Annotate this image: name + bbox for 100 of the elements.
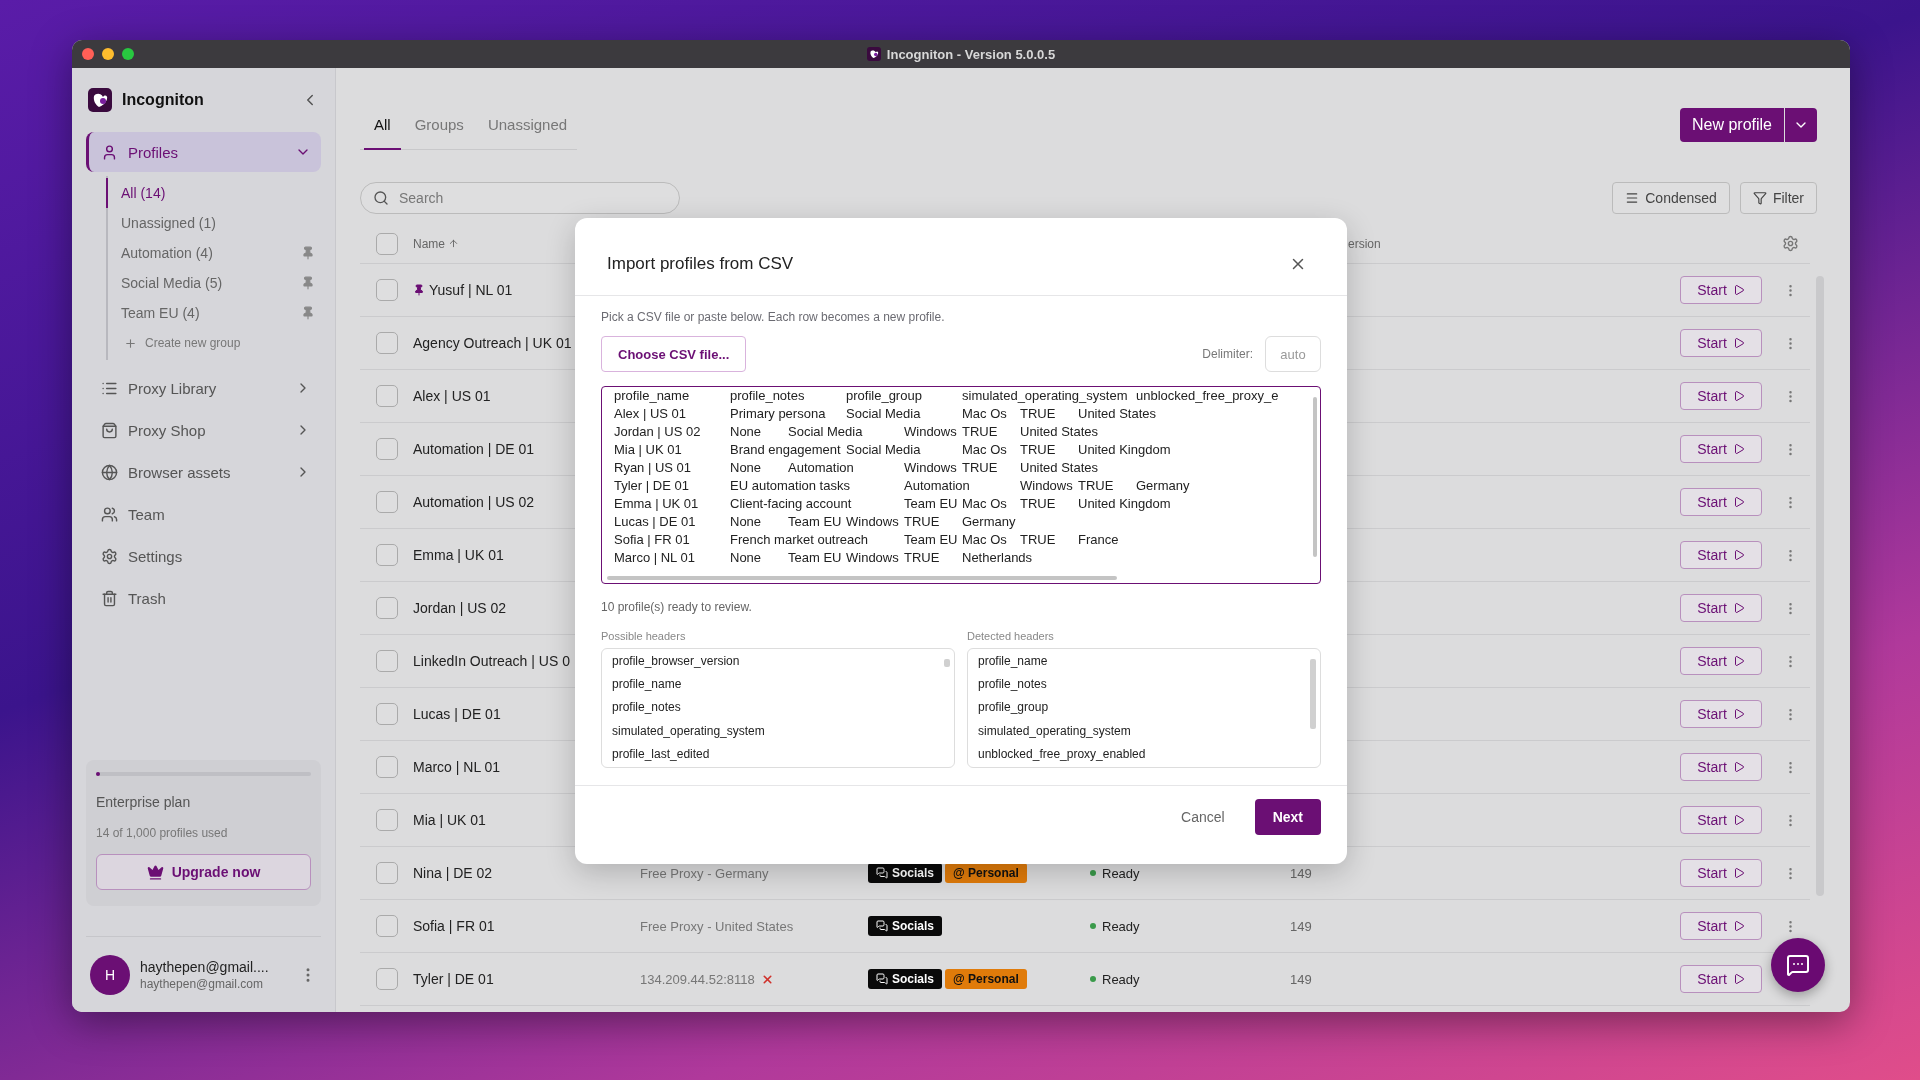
profile-name: Automation | DE 01: [413, 441, 535, 457]
nav-item[interactable]: Settings: [86, 536, 321, 576]
play-icon: [1732, 708, 1745, 720]
condensed-button[interactable]: Condensed: [1612, 182, 1730, 214]
row-checkbox[interactable]: [376, 968, 398, 990]
group-item[interactable]: Team EU (4): [106, 298, 321, 328]
row-checkbox[interactable]: [376, 703, 398, 725]
search-input[interactable]: Search: [397, 189, 667, 207]
group-item[interactable]: Social Media (5): [106, 268, 321, 298]
header-item[interactable]: profile_notes: [612, 697, 681, 721]
upgrade-button[interactable]: Upgrade now: [96, 854, 311, 890]
group-item[interactable]: Automation (4): [106, 238, 321, 268]
choose-file-button[interactable]: Choose CSV file...: [601, 336, 747, 372]
header-item[interactable]: profile_name: [612, 674, 682, 698]
play-icon: [1732, 390, 1745, 402]
list-label: Possible headers: [601, 630, 686, 642]
start-button[interactable]: Start: [1680, 541, 1762, 569]
header-item[interactable]: profile_group: [978, 697, 1049, 721]
row-checkbox[interactable]: [376, 650, 398, 672]
dropdown-button[interactable]: [1785, 108, 1817, 142]
header-item[interactable]: simulated_operating_system: [612, 720, 765, 744]
scrollbar-thumb[interactable]: [1310, 659, 1316, 729]
row-checkbox[interactable]: [376, 544, 398, 566]
start-button[interactable]: Start: [1680, 647, 1762, 675]
group-item[interactable]: All (14): [106, 178, 321, 208]
filter-button[interactable]: Filter: [1739, 182, 1817, 214]
version-cell: 149: [1290, 918, 1312, 934]
play-icon: [1732, 761, 1745, 773]
delimiter-label: Delimiter:: [1202, 347, 1253, 361]
start-button[interactable]: Start: [1680, 435, 1762, 463]
start-button[interactable]: Start: [1680, 488, 1762, 516]
nav-item[interactable]: Proxy Shop: [86, 410, 321, 450]
csv-text-area[interactable]: profile_name profile_notes profile_group simulated_operating_system unblocked_free_proxy_e Alex | US 01 Primary persona Social Media Mac Os TRUE United States Jordan | US 02 None Social Media Windows TRUE United States Mia | UK 01 Brand engagement Social Media Mac Os TRUE United Kingdom Ryan | US 01 None Automation Windows TRUE United States Tyler | DE 01 EU automation tasks Automation Windows TRUE Germany Emma | UK 01 Client-facing account Team EU Mac Os TRUE United Kingdom Lucas | DE 01 None Team EU Windows TRUE Germany Sofia | FR 01 French market outreach Team EU Mac Os TRUE France Marco | NL 01 None Team EU Windows TRUE Netherlands: [601, 386, 1321, 584]
row-checkbox[interactable]: [376, 385, 398, 407]
profile-name: Tyler | DE 01: [413, 971, 494, 987]
scrollbar[interactable]: [607, 576, 1117, 580]
nav-item[interactable]: Profiles: [86, 132, 321, 172]
chat-icon: [1786, 953, 1810, 977]
row-checkbox[interactable]: [376, 915, 398, 937]
app-logo: [88, 88, 112, 112]
header-item[interactable]: simulated_operating_system: [978, 720, 1131, 744]
nav-item[interactable]: Browser assets: [86, 452, 321, 492]
row-checkbox[interactable]: [376, 597, 398, 619]
cancel-button[interactable]: Cancel: [1175, 799, 1231, 835]
chat-button[interactable]: [1771, 938, 1825, 992]
start-button[interactable]: Start: [1680, 594, 1762, 622]
start-button[interactable]: Start: [1680, 753, 1762, 781]
tag: @ Personal: [945, 969, 1027, 989]
row-checkbox[interactable]: [376, 332, 398, 354]
nav-item[interactable]: Team: [86, 494, 321, 534]
header-item[interactable]: unblocked_free_proxy_enabled: [978, 743, 1146, 767]
proxy-cell: Free Proxy - United States: [640, 918, 794, 934]
start-button[interactable]: Start: [1680, 859, 1762, 887]
row-checkbox[interactable]: [376, 438, 398, 460]
header-item[interactable]: profile_notes: [978, 674, 1047, 698]
minimize-button[interactable]: [102, 48, 114, 60]
row-checkbox[interactable]: [376, 809, 398, 831]
play-icon: [1732, 443, 1745, 455]
start-button[interactable]: Start: [1680, 806, 1762, 834]
header-item[interactable]: profile_last_edited: [612, 743, 710, 767]
zoom-button[interactable]: [122, 48, 134, 60]
start-button[interactable]: Start: [1680, 965, 1762, 993]
profile-name: Marco | NL 01: [413, 759, 501, 775]
header-item[interactable]: profile_browser_version: [612, 651, 740, 675]
start-button[interactable]: Start: [1680, 382, 1762, 410]
search-field[interactable]: Search: [360, 182, 680, 214]
name-column-header[interactable]: Name: [413, 236, 459, 251]
row-checkbox[interactable]: [376, 491, 398, 513]
nav-item[interactable]: Proxy Library: [86, 368, 321, 408]
settings-icon[interactable]: [1781, 235, 1799, 252]
scrollbar-thumb[interactable]: [944, 659, 950, 667]
header-item[interactable]: profile_name: [978, 651, 1048, 675]
plus-icon[interactable]: [124, 336, 137, 350]
select-all-checkbox[interactable]: [376, 232, 398, 255]
play-icon: [1732, 867, 1745, 879]
start-button[interactable]: Start: [1680, 276, 1762, 304]
row-checkbox[interactable]: [376, 862, 398, 884]
menu-icon: [1625, 191, 1640, 205]
profile-name: Nina | DE 02: [413, 865, 493, 881]
group-item[interactable]: Unassigned (1): [106, 208, 321, 238]
usage-text: 14 of 1,000 profiles used: [96, 826, 229, 840]
new-profile-button[interactable]: New profile: [1679, 108, 1784, 142]
nav-item[interactable]: Trash: [86, 578, 321, 618]
start-button[interactable]: Start: [1680, 700, 1762, 728]
next-button[interactable]: Next: [1254, 799, 1321, 835]
profile-name: Sofia | FR 01: [413, 918, 495, 934]
pin-icon: [413, 284, 425, 296]
row-checkbox[interactable]: [376, 279, 398, 301]
close-button[interactable]: [82, 48, 94, 60]
globe-icon: [101, 463, 118, 481]
profile-name: Yusuf | NL 01: [413, 282, 513, 298]
settings-icon: [101, 547, 118, 565]
user-avatar[interactable]: H: [90, 954, 130, 995]
row-checkbox[interactable]: [376, 756, 398, 778]
scrollbar[interactable]: [1313, 397, 1317, 557]
start-button[interactable]: Start: [1680, 329, 1762, 357]
delimiter-field[interactable]: auto: [1265, 336, 1321, 372]
tab[interactable]: All: [364, 100, 401, 150]
profile-name: Alex | US 01: [413, 388, 491, 404]
start-button[interactable]: Start: [1680, 912, 1762, 940]
